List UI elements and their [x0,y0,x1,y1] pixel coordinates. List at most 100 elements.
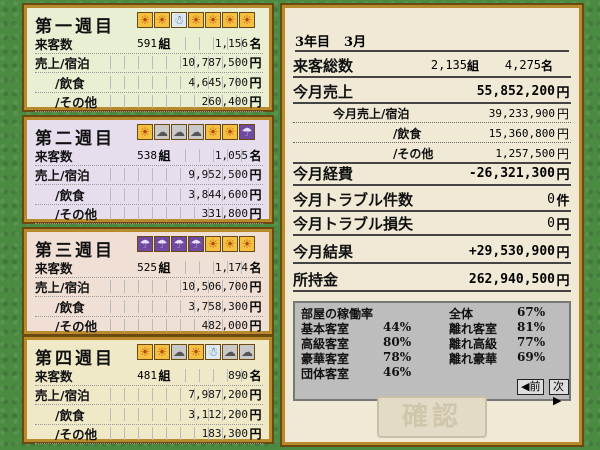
yen-unit: 円 [556,106,569,121]
monthly-summary-panel: 3年目 3月 来客総数 2,135 組 4,275 名 今月売上 55,852,… [280,3,584,447]
yen-unit: 円 [556,146,569,161]
sun-weather-icon: ☀ [188,12,204,28]
cloud-weather-icon: ☁ [171,124,187,140]
sales-label: /その他 [55,207,98,223]
other-sales-label: /その他 [393,146,434,161]
yen-unit: 円 [249,319,262,334]
confirm-button[interactable]: 確認 [377,396,487,438]
next-page-button[interactable]: 次▶ [549,379,569,407]
visitors-people-value: 4,275 [504,58,542,72]
sales-row: /飲食 3,758,300 円 [35,297,263,317]
lodging-sales-label: 今月売上/宿泊 [333,106,410,121]
sales-value: 260,400 [97,95,248,109]
groups-unit: 組 [158,148,171,163]
sales-row: 売上/宿泊 9,952,500 円 [35,166,263,185]
luxury-room-value: 78% [383,350,412,364]
people-unit: 名 [249,260,262,275]
sales-value: 183,300 [97,427,248,441]
sales-label: /飲食 [55,75,85,91]
sun-weather-icon: ☀ [188,344,204,360]
visitor-groups-value: 525 [137,260,157,274]
prev-page-button[interactable]: ◀前 [517,379,545,395]
monthly-expense-value: -26,321,300 [468,165,555,181]
yen-unit: 円 [249,407,262,422]
visitor-people-value: 1,156 [172,36,248,50]
weather-strip: ☀ ☀ ☁ ☀ ☃ ☁ ☁ [137,344,255,360]
groups-unit: 組 [158,368,171,383]
weather-strip: ☂ ☂ ☂ ☂ ☀ ☀ ☀ [137,236,255,252]
sales-label: /その他 [55,95,98,111]
trouble-count-value: 0 [547,191,555,207]
sales-value: 331,800 [97,207,248,221]
premium-room-value: 80% [383,335,412,349]
annex-luxury-label: 離れ豪華 [449,352,498,366]
rain-weather-icon: ☂ [188,236,204,252]
sales-value: 10,506,700 [97,280,248,294]
group-room-label: 団体客室 [301,367,350,381]
visitor-groups-value: 481 [137,368,157,382]
yen-unit: 円 [556,245,570,261]
week-panel-2: 第二週目 ☀ ☁ ☁ ☁ ☀ ☀ ☂ 来客数 538 組 1,055 名 売上/宿泊 9,9… [22,115,274,224]
people-unit: 名 [249,36,262,51]
visitors-label: 来客数 [35,260,73,276]
weather-strip: ☀ ☀ ☃ ☀ ☀ ☀ ☀ [137,12,255,28]
yen-unit: 円 [249,280,262,295]
sales-label: 売上/宿泊 [35,280,90,296]
cloud-weather-icon: ☁ [154,124,170,140]
visitor-people-value: 890 [172,368,248,382]
overall-value: 67% [517,305,546,319]
month-label: 3月 [344,34,367,50]
sales-value: 3,758,300 [97,299,248,313]
sales-value: 3,112,200 [97,407,248,421]
groups-unit: 組 [158,260,171,275]
sun-weather-icon: ☀ [222,12,238,28]
cloud-weather-icon: ☁ [171,344,187,360]
visitors-row: 来客数 481 組 890 名 [35,366,263,386]
people-unit: 名 [249,148,262,163]
yen-unit: 円 [556,85,570,101]
sun-weather-icon: ☀ [205,124,221,140]
sun-weather-icon: ☀ [239,236,255,252]
yen-unit: 円 [556,273,570,289]
sun-weather-icon: ☀ [222,124,238,140]
sun-weather-icon: ☀ [137,124,153,140]
yen-unit: 円 [556,167,570,183]
yen-unit: 円 [249,95,262,110]
sales-value: 3,844,600 [97,187,248,201]
visitor-groups-value: 591 [137,36,157,50]
sales-row: /その他 331,800 円 [35,205,263,224]
sun-weather-icon: ☀ [154,344,170,360]
week-panel-1: 第一週目 ☀ ☀ ☃ ☀ ☀ ☀ ☀ 来客数 591 組 1,156 名 売上/宿泊 10,… [22,3,274,112]
rain-weather-icon: ☂ [239,124,255,140]
week-panel-3: 第三週目 ☂ ☂ ☂ ☂ ☀ ☀ ☀ 来客数 525 組 1,174 名 売上/宿泊 10,… [22,227,274,336]
sales-row: /飲食 4,645,700 円 [35,73,263,93]
sales-row: /その他 260,400 円 [35,93,263,112]
monthly-result-value: +29,530,900 [468,243,555,259]
visitors-groups-value: 2,135 [430,58,467,72]
sales-value: 9,952,500 [97,168,248,182]
sales-row: 売上/宿泊 10,506,700 円 [35,278,263,297]
groups-unit: 組 [158,36,171,51]
count-unit: 件 [556,193,570,209]
annex-room-value: 81% [517,320,546,334]
sales-value: 10,787,500 [97,56,248,70]
lodging-sales-value: 39,233,900 [488,106,555,120]
sales-label: /飲食 [55,187,85,203]
visitor-people-value: 1,055 [172,148,248,162]
sales-row: /その他 183,300 円 [35,425,263,444]
food-sales-value: 15,360,800 [488,126,555,140]
year-label: 3年目 [295,34,331,50]
cloud-weather-icon: ☁ [239,344,255,360]
sales-label: /飲食 [55,407,85,423]
rain-weather-icon: ☂ [137,236,153,252]
weather-strip: ☀ ☁ ☁ ☁ ☀ ☀ ☂ [137,124,255,140]
sun-weather-icon: ☀ [137,12,153,28]
visitors-label: 来客数 [35,148,73,164]
trouble-loss-value: 0 [547,215,555,231]
group-room-value: 46% [383,365,412,379]
visitor-people-value: 1,174 [172,260,248,274]
visitors-row: 来客数 538 組 1,055 名 [35,146,263,166]
yen-unit: 円 [249,75,262,90]
annex-luxury-value: 69% [517,350,546,364]
monthly-sales-label: 今月売上 [293,82,354,101]
